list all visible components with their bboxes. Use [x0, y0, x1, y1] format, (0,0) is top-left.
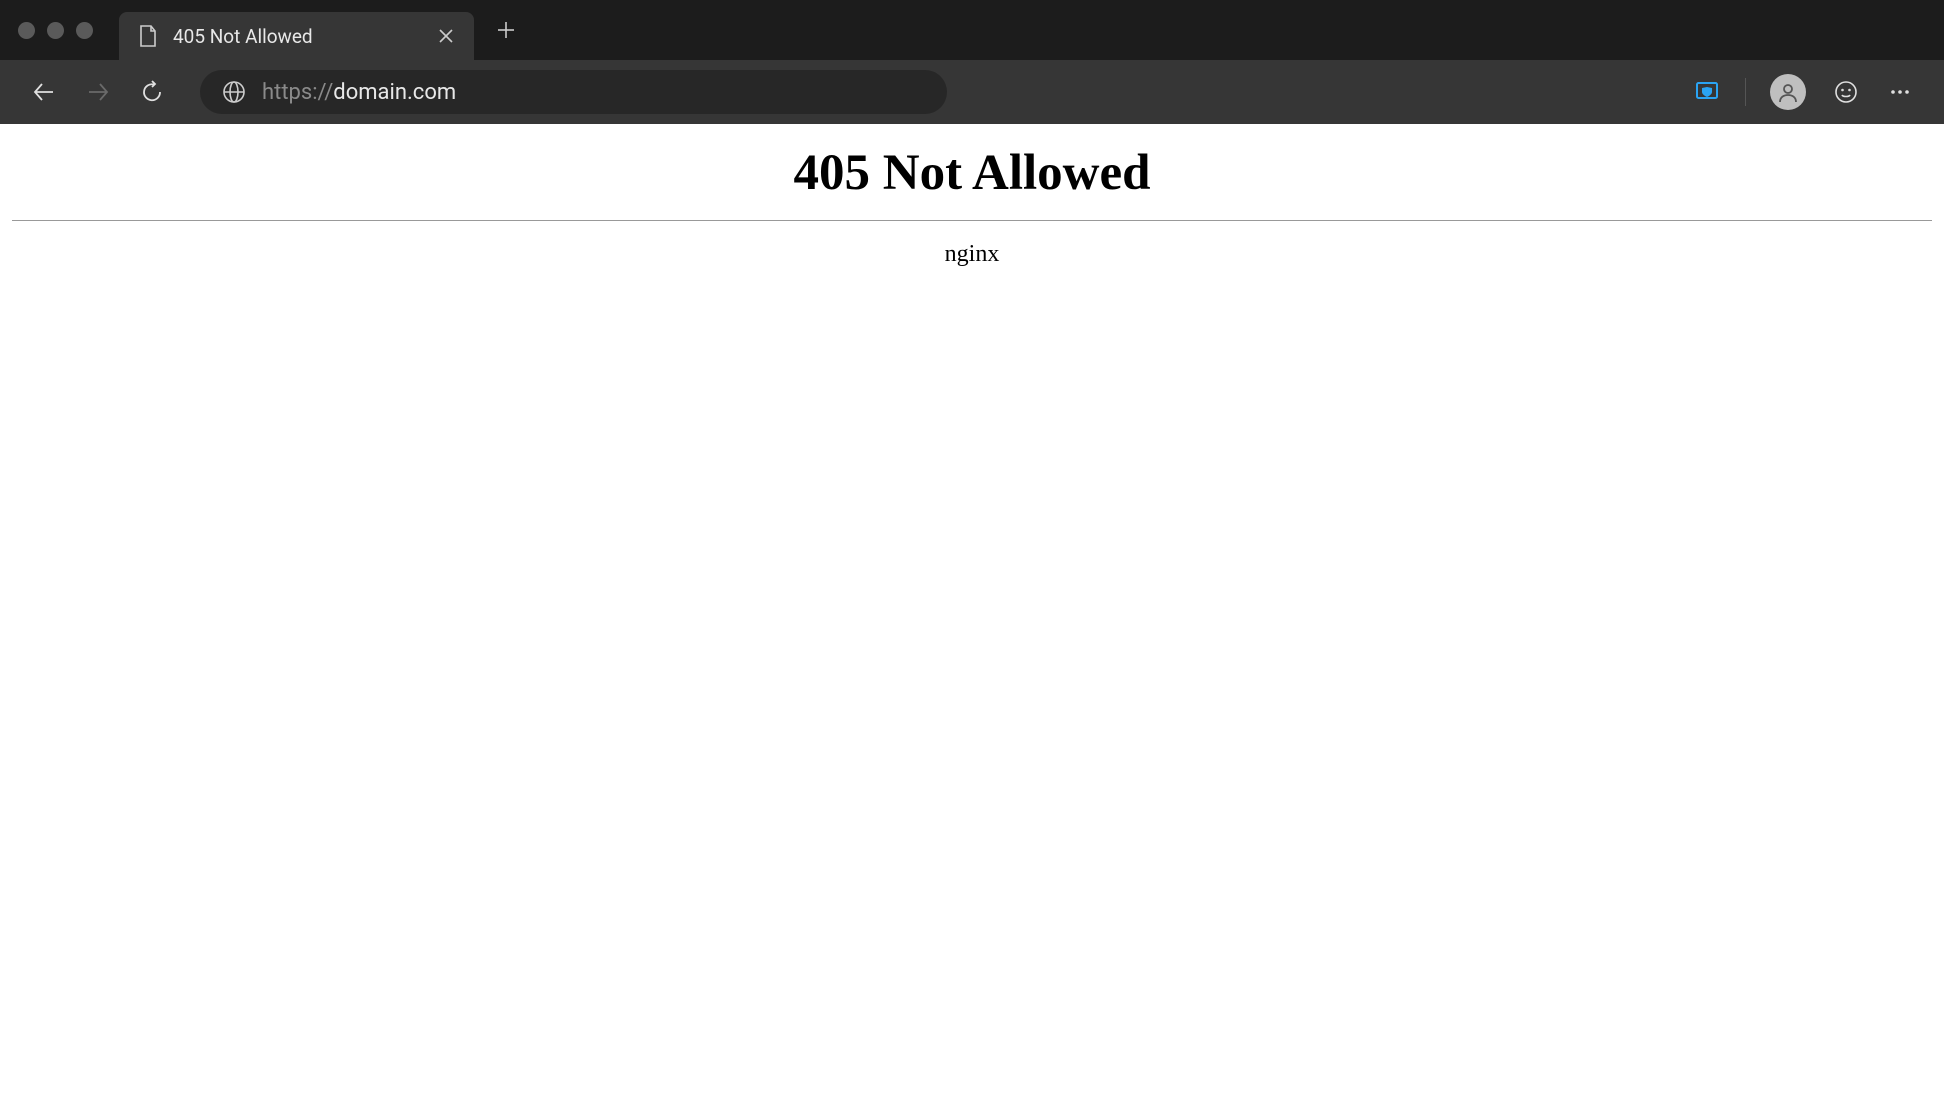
error-heading: 405 Not Allowed [12, 144, 1932, 202]
browser-chrome: 405 Not Allowed [0, 0, 1944, 124]
window-maximize-button[interactable] [76, 22, 93, 39]
profile-button[interactable] [1770, 74, 1806, 110]
feedback-button[interactable] [1824, 70, 1868, 114]
window-minimize-button[interactable] [47, 22, 64, 39]
url-text: https://domain.com [262, 80, 925, 105]
tab-title: 405 Not Allowed [173, 25, 422, 48]
url-host: domain.com [333, 80, 456, 105]
page-content: 405 Not Allowed nginx [0, 124, 1944, 280]
divider [12, 220, 1932, 221]
url-scheme: https:// [262, 80, 333, 105]
server-name: nginx [12, 241, 1932, 268]
tracking-prevention-button[interactable] [1685, 70, 1729, 114]
address-bar[interactable]: https://domain.com [200, 70, 947, 114]
close-tab-button[interactable] [436, 26, 456, 46]
toolbar: https://domain.com [0, 60, 1944, 124]
toolbar-divider [1745, 78, 1746, 106]
new-tab-button[interactable] [486, 10, 526, 50]
window-close-button[interactable] [18, 22, 35, 39]
forward-button[interactable] [76, 70, 120, 114]
back-button[interactable] [22, 70, 66, 114]
browser-tab[interactable]: 405 Not Allowed [119, 12, 474, 60]
settings-menu-button[interactable] [1878, 70, 1922, 114]
window-controls [18, 22, 93, 39]
globe-icon [222, 80, 246, 104]
refresh-button[interactable] [130, 70, 174, 114]
titlebar: 405 Not Allowed [0, 0, 1944, 60]
page-icon [137, 25, 159, 47]
